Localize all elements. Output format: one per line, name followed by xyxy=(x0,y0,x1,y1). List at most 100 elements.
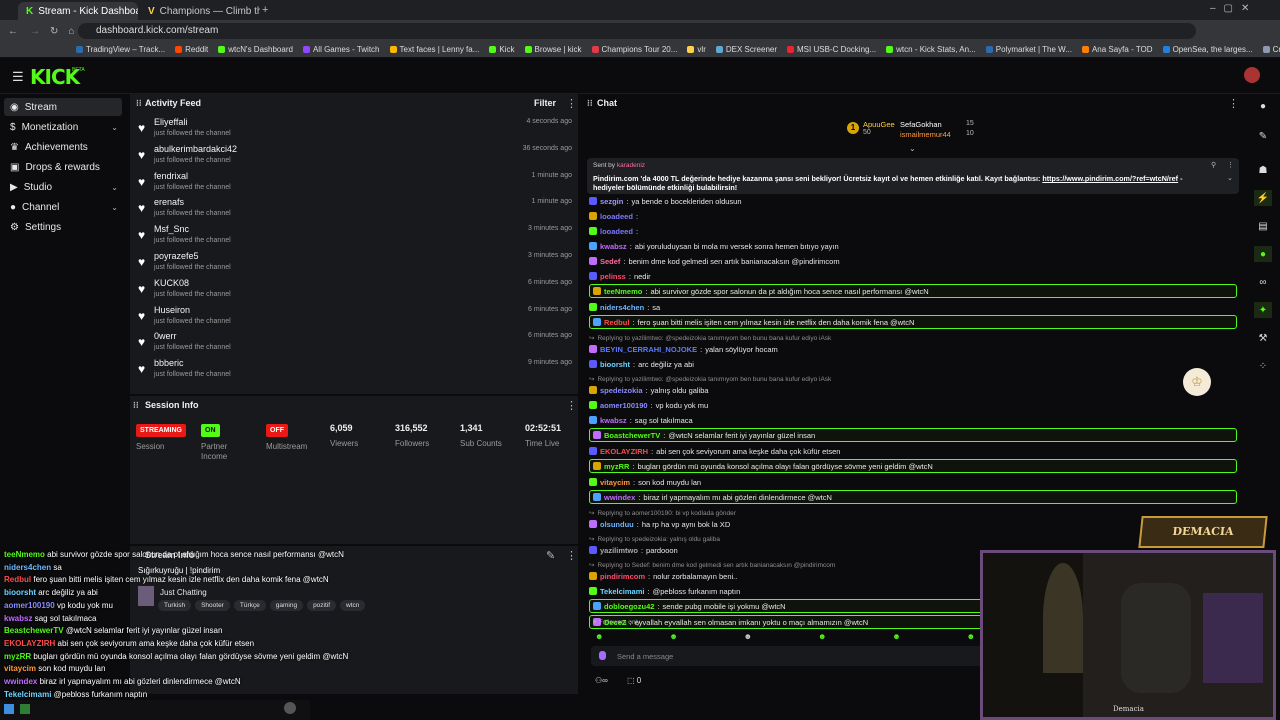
follower-name[interactable]: fendrixal xyxy=(154,171,188,181)
follower-name[interactable]: Eliyeffali xyxy=(154,117,187,127)
back-icon[interactable]: ← xyxy=(8,26,18,37)
chat-username[interactable]: pindirimcom xyxy=(600,572,645,581)
bookmark-item[interactable]: Reddit xyxy=(175,45,208,54)
follower-name[interactable]: erenafs xyxy=(154,197,184,207)
chat-username[interactable]: pelinss xyxy=(600,272,626,281)
wrench-icon[interactable]: ⚒ xyxy=(1254,330,1272,346)
partner-income-toggle[interactable]: ON xyxy=(201,424,220,437)
multistream-toggle[interactable]: OFF xyxy=(266,424,288,437)
chat-username[interactable]: BEYIN_CERRAHI_NOJOKE xyxy=(600,345,697,354)
chat-username[interactable]: looadeed xyxy=(600,212,633,221)
new-tab-icon[interactable]: + xyxy=(262,4,268,16)
chat-username[interactable]: teeNmemo xyxy=(604,287,642,296)
chat-username[interactable]: bioorsht xyxy=(600,360,630,369)
chat-username[interactable]: Redbul xyxy=(604,318,629,327)
more-options-icon[interactable]: ⋮ xyxy=(566,549,577,562)
chat-bubble-icon[interactable]: ● xyxy=(1254,246,1272,262)
chat-username[interactable]: dobloegozu42 xyxy=(604,602,654,611)
follower-name[interactable]: abulkerimbardakci42 xyxy=(154,144,237,154)
edit-icon[interactable]: ✎ xyxy=(546,549,555,562)
forward-icon[interactable]: → xyxy=(30,26,40,37)
reload-icon[interactable]: ↻ xyxy=(50,26,58,37)
bookmark-item[interactable]: wtcN's Dashboard xyxy=(218,45,293,54)
chevron-down-icon[interactable]: ⌄ xyxy=(1227,174,1233,182)
chat-username[interactable]: yazilimtwo xyxy=(600,546,638,555)
pin-icon[interactable]: ⚲ xyxy=(1211,161,1216,169)
sidebar-item-channel[interactable]: ● Channel ⌄ xyxy=(4,198,122,216)
chat-input[interactable]: Send a message xyxy=(591,646,991,666)
taskbar-app-icon[interactable] xyxy=(284,702,296,714)
follower-name[interactable]: 0werr xyxy=(154,331,177,341)
bookmark-item[interactable]: CryptoPanic - News... xyxy=(1262,45,1280,54)
chat-username[interactable]: wwindex xyxy=(604,493,635,502)
chat-username[interactable]: vitaycim xyxy=(600,478,630,487)
chat-username[interactable]: kwabsz xyxy=(600,242,627,251)
chat-username[interactable]: Sedef xyxy=(600,257,620,266)
chat-username[interactable]: myzRR xyxy=(604,462,629,471)
sidebar-item-monetization[interactable]: $ Monetization ⌄ xyxy=(4,118,122,136)
chat-username[interactable]: spedeizokia xyxy=(600,386,643,395)
bookmark-item[interactable]: Text faces | Lenny fa... xyxy=(389,45,479,54)
tag-chip[interactable]: wtcn xyxy=(340,600,366,611)
browser-tab-kick[interactable]: K Stream - Kick Dashboard ✕ xyxy=(18,2,138,20)
bookmark-item[interactable]: All Games - Twitch xyxy=(302,45,380,54)
sidebar-item-drops[interactable]: ▣ Drops & rewards xyxy=(4,158,122,176)
chat-username[interactable]: looadeed xyxy=(600,227,633,236)
follower-name[interactable]: Msf_Snc xyxy=(154,224,189,234)
window-controls[interactable]: –▢✕ xyxy=(1210,3,1257,14)
microphone-icon[interactable] xyxy=(599,651,606,660)
chat-username[interactable]: sezgin xyxy=(600,197,623,206)
moderation-icon[interactable]: ✦ xyxy=(1254,302,1272,318)
robot-icon[interactable]: ☗ xyxy=(1254,162,1272,178)
follower-name[interactable]: poyrazefe5 xyxy=(154,251,199,261)
chat-username[interactable]: olsunduu xyxy=(600,520,634,529)
info-icon[interactable]: ● xyxy=(1254,98,1272,114)
more-options-icon[interactable]: ⋮ xyxy=(566,399,577,412)
taskbar-app-icon[interactable] xyxy=(20,704,30,714)
pinned-link[interactable]: https://www.pindirim.com/?ref=wtcN/ref xyxy=(1042,174,1178,183)
chat-username[interactable]: EKOLAYZIRH xyxy=(600,447,648,456)
bookmark-item[interactable]: Ana Sayfa - TOD xyxy=(1081,45,1153,54)
lightning-icon[interactable]: ⚡ xyxy=(1254,190,1272,206)
address-bar[interactable]: dashboard.kick.com/stream xyxy=(78,23,1196,39)
expand-icon[interactable]: ⌄ xyxy=(909,144,916,153)
follower-name[interactable]: KUCK08 xyxy=(154,278,189,288)
viewer-count-indicator[interactable]: ⬚ 0 xyxy=(627,676,641,685)
sidebar-item-stream[interactable]: ◉ Stream xyxy=(4,98,122,116)
browser-tab-champions[interactable]: V Champions — Climb the solo q... ✕ xyxy=(140,2,260,20)
windows-start-icon[interactable] xyxy=(4,704,14,714)
bookmark-item[interactable]: TradingView – Track... xyxy=(76,45,165,54)
more-options-icon[interactable]: ⋮ xyxy=(566,97,577,110)
bookmark-item[interactable]: MSI USB-C Docking... xyxy=(787,45,876,54)
bookmark-item[interactable]: OpenSea, the larges... xyxy=(1162,45,1253,54)
slow-mode-indicator[interactable]: ⚇∞ xyxy=(595,676,608,685)
sidebar-item-achievements[interactable]: ♛ Achievements xyxy=(4,138,122,156)
bookmark-item[interactable]: Champions Tour 20... xyxy=(591,45,677,54)
more-options-icon[interactable]: ⋮ xyxy=(1227,161,1234,169)
chat-username[interactable]: aomer100190 xyxy=(600,401,648,410)
chat-username[interactable]: niders4chen xyxy=(600,303,644,312)
hamburger-menu-icon[interactable]: ☰ xyxy=(12,69,24,85)
link-icon[interactable]: ∞ xyxy=(1254,274,1272,290)
chat-username[interactable]: Tekelcimami xyxy=(600,587,644,596)
bookmark-item[interactable]: Polymarket | The W... xyxy=(985,45,1072,54)
chat-username[interactable]: BoastchewerTV xyxy=(604,431,660,440)
bookmark-item[interactable]: Kick xyxy=(489,45,515,54)
filter-button[interactable]: Filter xyxy=(534,98,556,108)
document-icon[interactable]: ▤ xyxy=(1254,218,1272,234)
chat-username[interactable]: kwabsz xyxy=(600,416,627,425)
sidebar-item-settings[interactable]: ⚙ Settings xyxy=(4,218,122,236)
edit-icon[interactable]: ✎ xyxy=(1254,128,1272,144)
emote-row[interactable]: ☻ ☻ ☻ ☻ ☻ ☻ xyxy=(595,632,975,641)
bookmark-item[interactable]: DEX Screener xyxy=(715,45,777,54)
home-icon[interactable]: ⌂ xyxy=(68,26,74,37)
sidebar-item-studio[interactable]: ▶ Studio ⌄ xyxy=(4,178,122,196)
more-options-icon[interactable]: ⋮ xyxy=(1228,97,1239,110)
follower-name[interactable]: bbberic xyxy=(154,358,184,368)
avatar[interactable] xyxy=(1244,67,1260,83)
apps-icon[interactable]: ⁘ xyxy=(1254,358,1272,374)
bookmark-item[interactable]: wtcn - Kick Stats, An... xyxy=(886,45,976,54)
follower-name[interactable]: Huseiron xyxy=(154,305,190,315)
bookmark-item[interactable]: vlr xyxy=(687,45,706,54)
bookmark-item[interactable]: Browse | kick xyxy=(524,45,582,54)
